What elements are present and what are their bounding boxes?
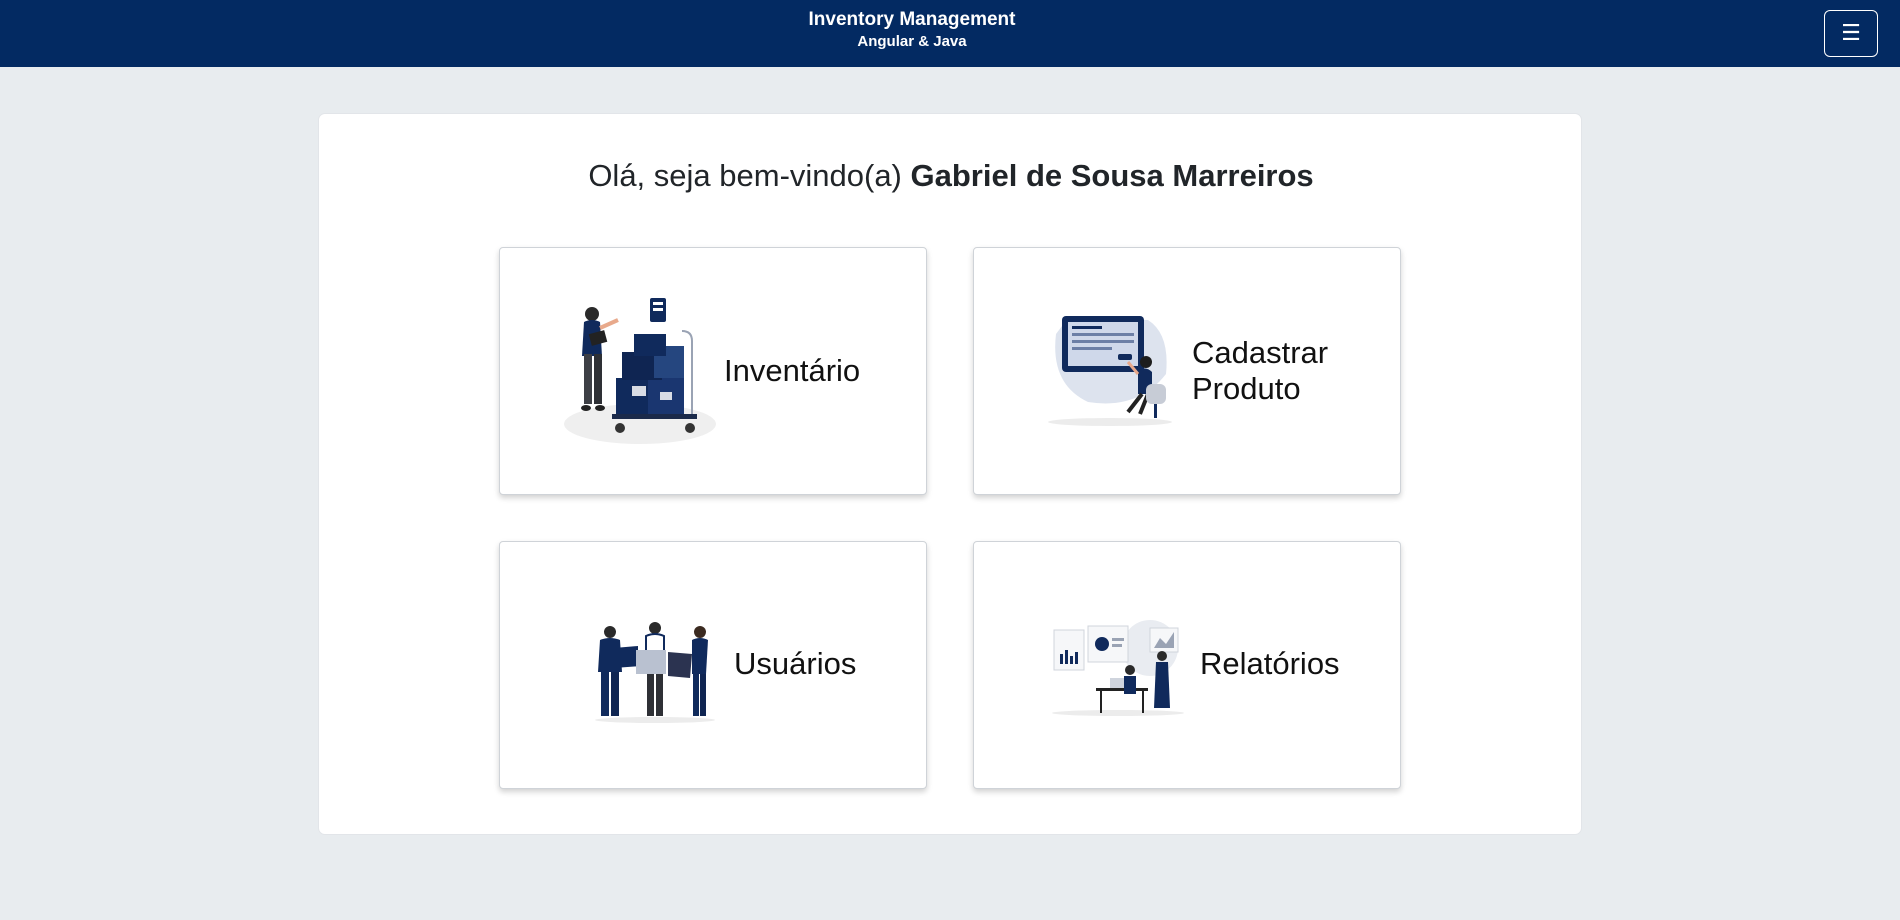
user-name: Gabriel de Sousa Marreiros — [910, 158, 1314, 193]
reports-card[interactable]: Relatórios — [973, 541, 1401, 789]
register-product-card[interactable]: Cadastrar Produto — [973, 247, 1401, 495]
users-illustration-icon — [595, 622, 715, 723]
register-product-label-line2: Produto — [1192, 371, 1301, 406]
inventory-card[interactable]: Inventário — [499, 247, 927, 495]
menu-toggle-button[interactable]: ☰ — [1824, 10, 1878, 57]
app-subtitle: Angular & Java — [857, 33, 967, 50]
product-register-illustration-icon — [1048, 316, 1172, 426]
welcome-heading: Olá, seja bem-vindo(a) Gabriel de Sousa … — [319, 156, 1583, 196]
hamburger-menu-icon: ☰ — [1841, 20, 1861, 45]
welcome-greeting: Olá, seja bem-vindo(a) — [588, 158, 902, 193]
brand: Inventory Management Angular & Java — [0, 8, 1824, 52]
users-card-label: Usuários — [734, 646, 857, 681]
inventory-card-label: Inventário — [724, 353, 861, 388]
top-navbar: Inventory Management Angular & Java ☰ — [0, 0, 1900, 67]
inventory-illustration-icon — [564, 298, 716, 444]
users-card[interactable]: Usuários — [499, 541, 927, 789]
reports-card-label: Relatórios — [1200, 646, 1340, 681]
reports-illustration-icon — [1052, 620, 1184, 716]
register-product-label-line1: Cadastrar — [1192, 335, 1329, 370]
app-title: Inventory Management — [808, 9, 1016, 30]
welcome-panel: Olá, seja bem-vindo(a) Gabriel de Sousa … — [318, 113, 1582, 835]
